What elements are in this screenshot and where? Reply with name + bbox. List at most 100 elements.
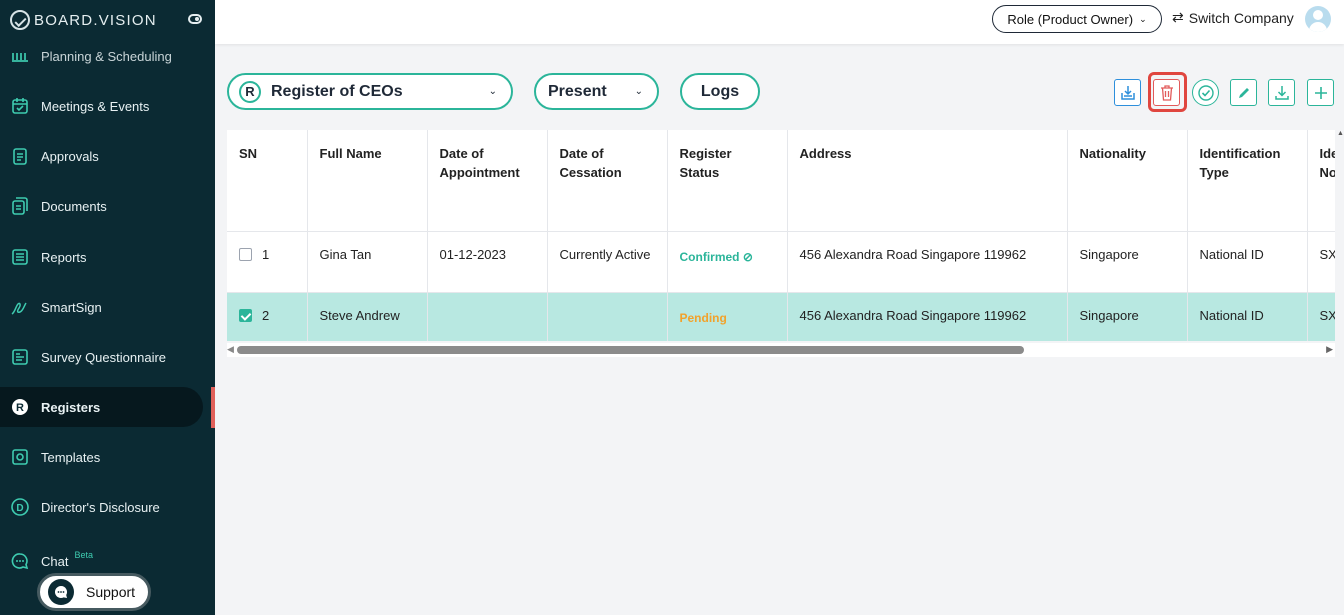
period-select[interactable]: Present ⌄ <box>534 73 659 110</box>
cell-register-status: Pending <box>667 292 788 341</box>
horizontal-scrollbar[interactable]: ◀ ▶ <box>227 343 1335 357</box>
active-indicator <box>211 387 215 428</box>
switch-company-button[interactable]: ⇄ Switch Company <box>1172 9 1294 26</box>
column-header-register-status[interactable]: Register Status <box>667 130 788 232</box>
sidebar-item-label: Director's Disclosure <box>41 499 160 515</box>
survey-icon <box>11 348 29 366</box>
scroll-right-icon[interactable]: ▶ <box>1326 344 1333 355</box>
cell-date-of-appointment: 01-12-2023 <box>427 231 548 293</box>
register-table: SN Full Name Date of Appointment Date of… <box>227 130 1335 341</box>
sidebar-item-registers[interactable]: R Registers <box>0 387 203 427</box>
user-avatar[interactable] <box>1305 6 1331 32</box>
cell-full-name: Steve Andrew <box>307 292 428 341</box>
column-header-identification-type[interactable]: Identification Type <box>1187 130 1308 232</box>
sidebar-item-templates[interactable]: Templates <box>0 437 203 477</box>
cell-register-status: Confirmed ⊘ <box>667 231 788 293</box>
switch-icon: ⇄ <box>1172 9 1184 25</box>
sidebar-item-label: Planning & Scheduling <box>41 48 172 64</box>
signature-icon <box>11 298 29 316</box>
sidebar-item-label: Reports <box>41 249 87 265</box>
sidebar-item-label: Documents <box>41 198 107 214</box>
planning-icon <box>11 47 29 65</box>
logs-button[interactable]: Logs <box>680 73 760 110</box>
sidebar-item-planning[interactable]: Planning & Scheduling <box>0 43 203 69</box>
register-select-label: Register of CEOs <box>271 82 403 100</box>
add-icon <box>1314 86 1327 99</box>
sidebar-item-label: Approvals <box>41 148 99 164</box>
sidebar-item-label: Templates <box>41 449 101 465</box>
status-badge: Confirmed ⊘ <box>679 249 753 264</box>
period-select-label: Present <box>548 82 607 100</box>
role-dropdown[interactable]: Role (Product Owner) ⌄ <box>992 5 1162 33</box>
calendar-icon <box>11 97 29 115</box>
templates-icon <box>11 448 29 466</box>
sidebar-item-reports[interactable]: Reports <box>0 237 203 277</box>
sidebar-item-survey[interactable]: Survey Questionnaire <box>0 337 203 377</box>
sidebar-toggle-icon[interactable] <box>188 14 202 24</box>
cell-identification-type: National ID <box>1187 231 1308 293</box>
table-row[interactable]: 2 Steve Andrew Pending 456 Alexandra Roa… <box>227 292 1335 341</box>
add-button[interactable] <box>1307 79 1334 106</box>
chevron-down-icon: ⌄ <box>634 86 643 97</box>
cell-date-of-appointment <box>427 292 548 341</box>
sidebar-item-meetings[interactable]: Meetings & Events <box>0 86 203 126</box>
brand-name: BOARD.VISION <box>34 11 157 29</box>
sidebar-item-approvals[interactable]: Approvals <box>0 136 203 176</box>
delete-highlight <box>1148 72 1187 112</box>
cell-sn: 1 <box>227 231 308 293</box>
logs-label: Logs <box>700 82 740 100</box>
edit-icon <box>1238 87 1249 98</box>
column-header-nationality[interactable]: Nationality <box>1067 130 1188 232</box>
cell-date-of-cessation <box>547 292 668 341</box>
download-icon <box>1274 85 1289 100</box>
download-button[interactable] <box>1268 79 1295 106</box>
register-select[interactable]: R Register of CEOs ⌄ <box>227 73 513 110</box>
cell-nationality: Singapore <box>1067 231 1188 293</box>
row-checkbox[interactable] <box>239 308 252 322</box>
register-badge-icon: R <box>239 80 261 103</box>
approve-icon <box>1197 84 1214 101</box>
table-row[interactable]: 1 Gina Tan 01-12-2023 Currently Active C… <box>227 231 1335 293</box>
support-label: Support <box>86 584 136 600</box>
cell-identification-no: SX <box>1307 292 1335 341</box>
sidebar-item-documents[interactable]: Documents <box>0 186 203 226</box>
status-badge: Pending <box>679 310 727 325</box>
svg-text:D: D <box>16 503 23 514</box>
sidebar-item-smartsign[interactable]: SmartSign <box>0 287 203 327</box>
support-chat-icon <box>48 579 74 605</box>
approve-button[interactable] <box>1192 79 1219 106</box>
scroll-up-icon[interactable]: ▲ <box>1337 130 1344 137</box>
sidebar-item-label: Survey Questionnaire <box>41 349 167 365</box>
column-header-date-of-appointment[interactable]: Date of Appointment <box>427 130 548 232</box>
chat-icon <box>11 552 29 570</box>
column-header-full-name[interactable]: Full Name <box>307 130 428 232</box>
brand-bar: BOARD.VISION <box>0 0 215 40</box>
cell-sn: 2 <box>227 292 308 341</box>
row-checkbox[interactable] <box>239 247 252 261</box>
top-bar: Role (Product Owner) ⌄ ⇄ Switch Company <box>215 0 1344 44</box>
switch-company-label: Switch Company <box>1188 9 1294 26</box>
import-button[interactable] <box>1114 79 1141 106</box>
edit-button[interactable] <box>1230 79 1257 106</box>
cell-full-name: Gina Tan <box>307 231 428 293</box>
check-circle-icon: ⊘ <box>742 249 753 264</box>
sidebar-item-label: Registers <box>41 399 101 415</box>
sidebar-item-label: SmartSign <box>41 299 102 315</box>
documents-icon <box>11 197 29 215</box>
column-header-identification-no[interactable]: Ide No. <box>1307 130 1335 232</box>
column-header-address[interactable]: Address <box>787 130 1068 232</box>
column-header-date-of-cessation[interactable]: Date of Cessation <box>547 130 668 232</box>
column-header-sn[interactable]: SN <box>227 130 308 232</box>
sidebar-item-disclosure[interactable]: D Director's Disclosure <box>0 487 203 527</box>
import-icon <box>1120 85 1135 100</box>
scrollbar-thumb[interactable] <box>237 346 1024 354</box>
support-button[interactable]: Support <box>37 573 151 611</box>
scroll-left-icon[interactable]: ◀ <box>227 344 234 355</box>
chevron-down-icon: ⌄ <box>1139 13 1147 24</box>
report-icon <box>11 248 29 266</box>
svg-text:R: R <box>16 402 24 414</box>
cell-nationality: Singapore <box>1067 292 1188 341</box>
sidebar-item-label: Chat <box>41 553 69 569</box>
disclosure-icon: D <box>11 498 29 516</box>
role-label: Role (Product Owner) <box>1007 11 1134 27</box>
